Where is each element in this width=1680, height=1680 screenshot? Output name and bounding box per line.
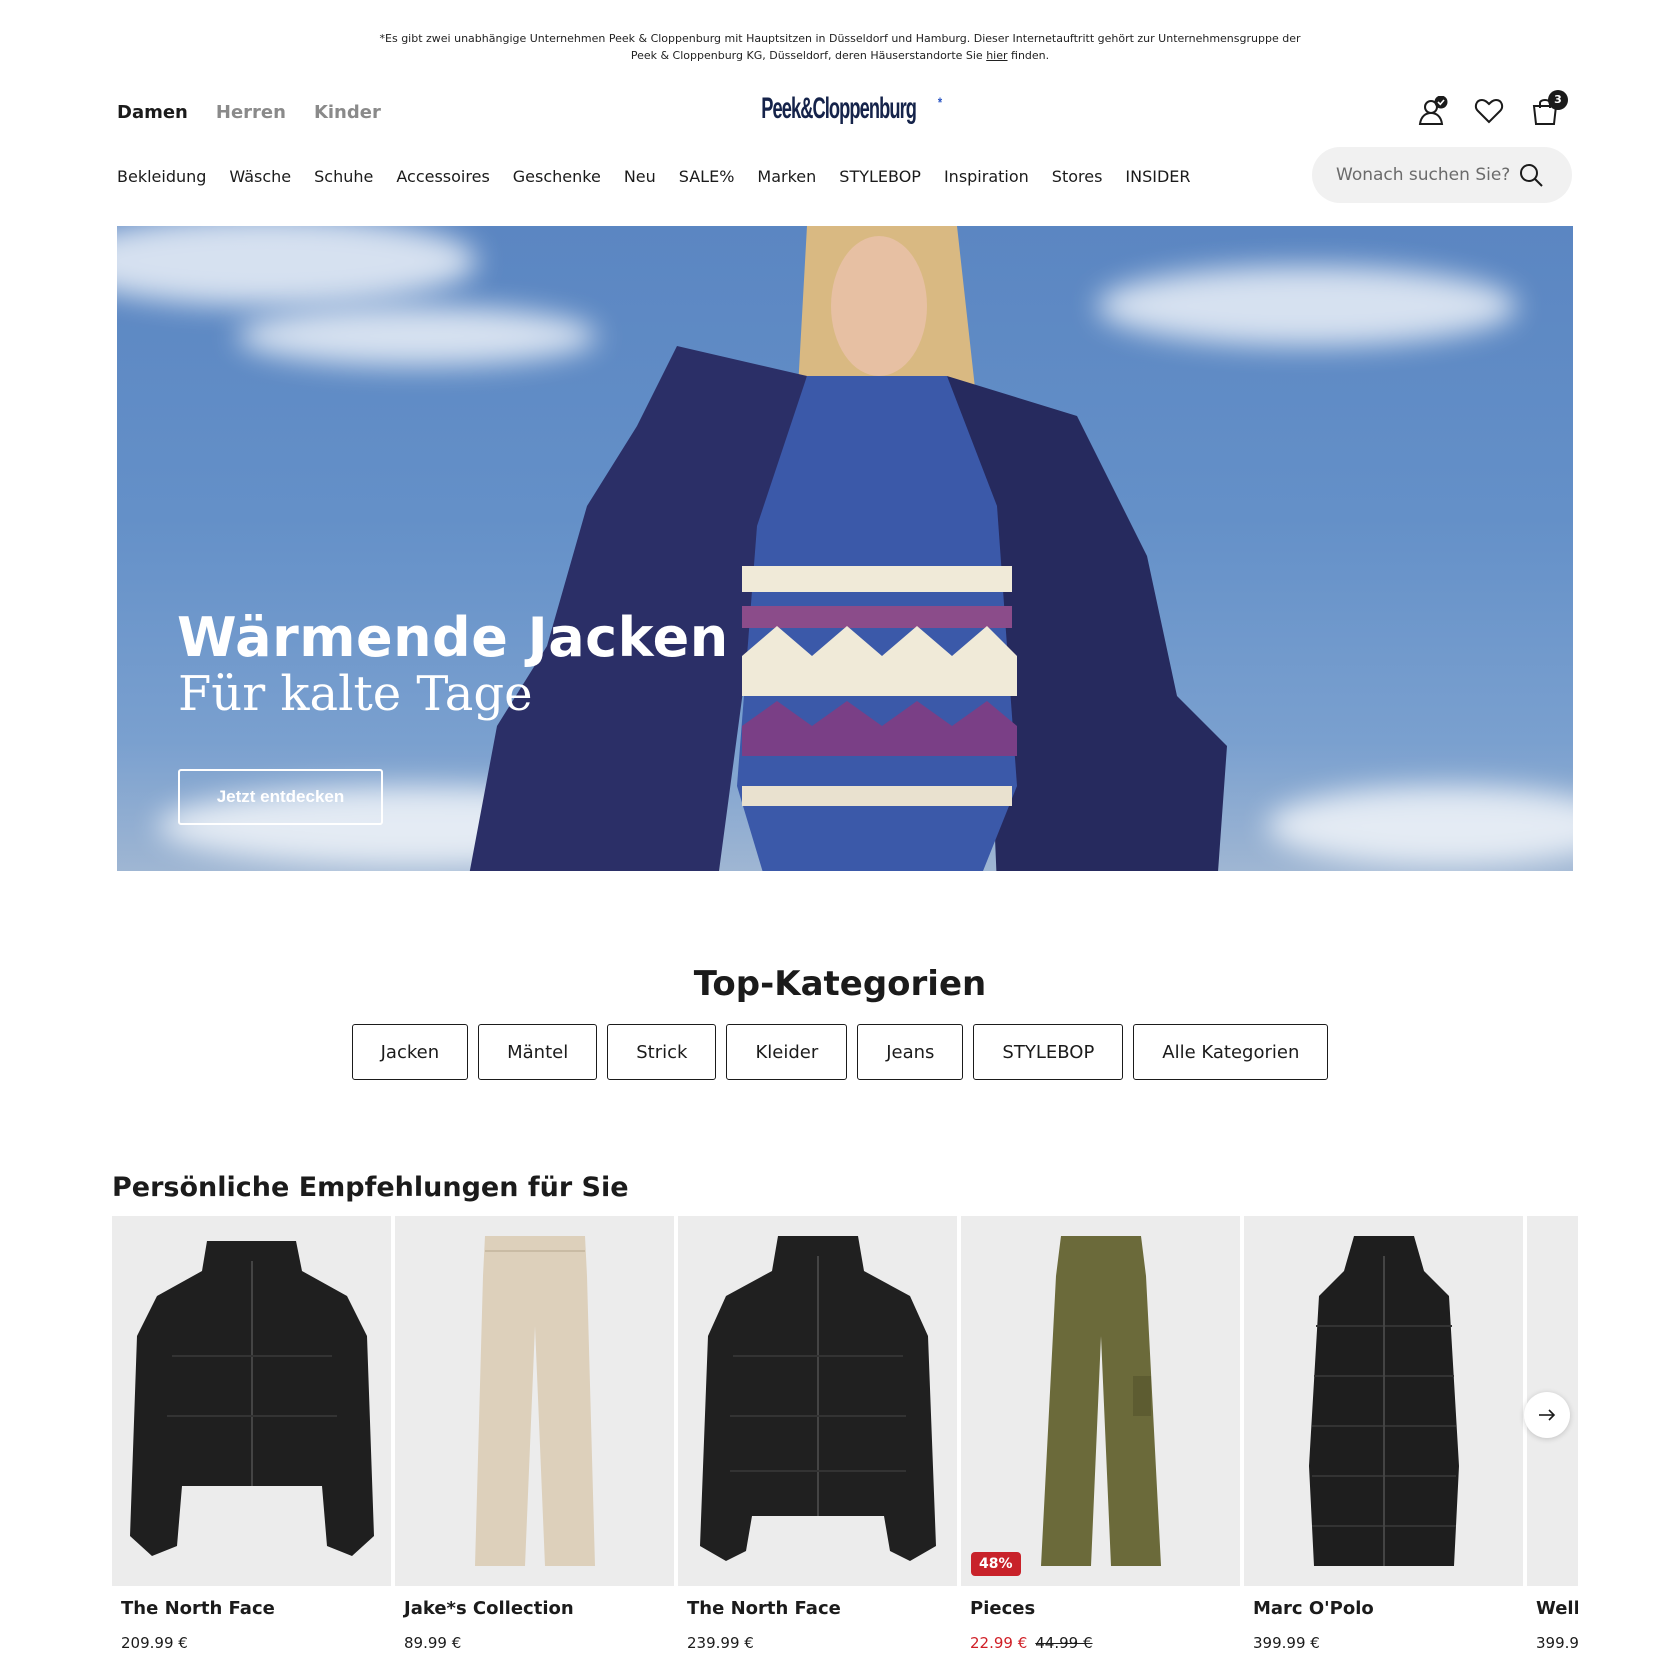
product-card[interactable]: Marc O'Polo 399.99 € xyxy=(1244,1216,1523,1676)
logo-mark: * xyxy=(937,94,942,110)
product-card[interactable]: The North Face 239.99 € xyxy=(678,1216,957,1676)
nav-insider[interactable]: INSIDER xyxy=(1125,167,1190,186)
category-stylebop[interactable]: STYLEBOP xyxy=(973,1024,1124,1080)
product-image xyxy=(395,1216,674,1586)
nav-marken[interactable]: Marken xyxy=(757,167,816,186)
category-jacken[interactable]: Jacken xyxy=(351,1024,469,1080)
category-strick[interactable]: Strick xyxy=(607,1024,717,1080)
account-button[interactable] xyxy=(1418,95,1448,126)
product-brand: The North Face xyxy=(687,1598,841,1619)
hero-title: Wärmende Jacken xyxy=(177,606,729,669)
product-brand: Marc O'Polo xyxy=(1253,1598,1374,1619)
product-price: 22.99 € 44.99 € xyxy=(970,1634,1093,1652)
product-old-price: 44.99 € xyxy=(1035,1634,1093,1652)
nav-sale[interactable]: SALE% xyxy=(679,167,735,186)
disclaimer-link[interactable]: hier xyxy=(986,49,1007,62)
disclaimer-text-end: finden. xyxy=(1007,49,1050,62)
heart-icon xyxy=(1474,98,1504,124)
discount-badge: 48% xyxy=(971,1552,1021,1576)
product-brand: Wellensteyn xyxy=(1536,1598,1578,1619)
product-image: 48% xyxy=(961,1216,1240,1586)
product-price: 89.99 € xyxy=(404,1634,462,1652)
top-categories-list: Jacken Mäntel Strick Kleider Jeans STYLE… xyxy=(0,1024,1680,1080)
product-card[interactable]: The North Face 209.99 € xyxy=(112,1216,391,1676)
disclaimer-text: Peek & Cloppenburg KG, Düsseldorf, deren… xyxy=(630,49,987,62)
category-alle-kategorien[interactable]: Alle Kategorien xyxy=(1133,1024,1329,1080)
main-nav: Bekleidung Wäsche Schuhe Accessoires Ges… xyxy=(117,167,1191,186)
user-check-icon xyxy=(1418,95,1448,125)
category-kleider[interactable]: Kleider xyxy=(726,1024,848,1080)
nav-bekleidung[interactable]: Bekleidung xyxy=(117,167,206,186)
product-card[interactable]: Wellensteyn 399.99 € xyxy=(1527,1216,1578,1676)
nav-neu[interactable]: Neu xyxy=(624,167,656,186)
product-image xyxy=(112,1216,391,1586)
cart-count-badge: 3 xyxy=(1548,90,1568,110)
product-brand: Pieces xyxy=(970,1598,1036,1619)
product-brand: Jake*s Collection xyxy=(404,1598,574,1619)
logo[interactable]: Peek&Cloppenburg * xyxy=(739,92,942,126)
nav-stores[interactable]: Stores xyxy=(1052,167,1103,186)
product-price: 399.99 € xyxy=(1536,1634,1578,1652)
top-categories-title: Top-Kategorien xyxy=(693,964,987,1004)
gender-tab-kinder[interactable]: Kinder xyxy=(314,102,381,123)
recommendations-title: Persönliche Empfehlungen für Sie xyxy=(112,1172,629,1203)
category-maentel[interactable]: Mäntel xyxy=(478,1024,598,1080)
category-jeans[interactable]: Jeans xyxy=(857,1024,964,1080)
cart-button[interactable]: 3 xyxy=(1530,90,1568,126)
nav-stylebop[interactable]: STYLEBOP xyxy=(839,167,921,186)
search-input[interactable] xyxy=(1336,165,1518,185)
nav-schuhe[interactable]: Schuhe xyxy=(314,167,373,186)
gender-tab-herren[interactable]: Herren xyxy=(216,102,286,123)
product-price: 239.99 € xyxy=(687,1634,754,1652)
disclaimer: *Es gibt zwei unabhängige Unternehmen Pe… xyxy=(0,30,1680,64)
product-card[interactable]: 48% Pieces 22.99 € 44.99 € xyxy=(961,1216,1240,1676)
wishlist-button[interactable] xyxy=(1474,96,1504,126)
hero-cta-button[interactable]: Jetzt entdecken xyxy=(178,769,383,825)
header-icons: 3 xyxy=(1418,90,1568,126)
arrow-right-icon xyxy=(1539,1409,1556,1421)
search-bar[interactable] xyxy=(1312,147,1572,203)
logo-text: Peek&Cloppenburg xyxy=(761,92,917,125)
carousel-next-button[interactable] xyxy=(1524,1392,1570,1438)
disclaimer-line2: Peek & Cloppenburg KG, Düsseldorf, deren… xyxy=(0,47,1680,64)
hero-subtitle: Für kalte Tage xyxy=(178,666,533,722)
product-price: 399.99 € xyxy=(1253,1634,1320,1652)
product-price: 209.99 € xyxy=(121,1634,188,1652)
product-sale-price: 22.99 € xyxy=(970,1634,1028,1652)
search-icon[interactable] xyxy=(1518,162,1544,188)
product-card[interactable]: Jake*s Collection 89.99 € xyxy=(395,1216,674,1676)
nav-waesche[interactable]: Wäsche xyxy=(229,167,291,186)
nav-inspiration[interactable]: Inspiration xyxy=(944,167,1029,186)
gender-tab-damen[interactable]: Damen xyxy=(117,102,188,123)
disclaimer-line1: *Es gibt zwei unabhängige Unternehmen Pe… xyxy=(379,32,1301,45)
nav-geschenke[interactable]: Geschenke xyxy=(513,167,601,186)
product-image xyxy=(1244,1216,1523,1586)
product-image xyxy=(678,1216,957,1586)
product-brand: The North Face xyxy=(121,1598,275,1619)
recommendations-carousel: The North Face 209.99 € Jake*s Collectio… xyxy=(112,1216,1578,1676)
hero-banner[interactable]: Wärmende Jacken Für kalte Tage Jetzt ent… xyxy=(117,226,1573,871)
nav-accessoires[interactable]: Accessoires xyxy=(396,167,489,186)
gender-nav: Damen Herren Kinder xyxy=(117,102,381,123)
